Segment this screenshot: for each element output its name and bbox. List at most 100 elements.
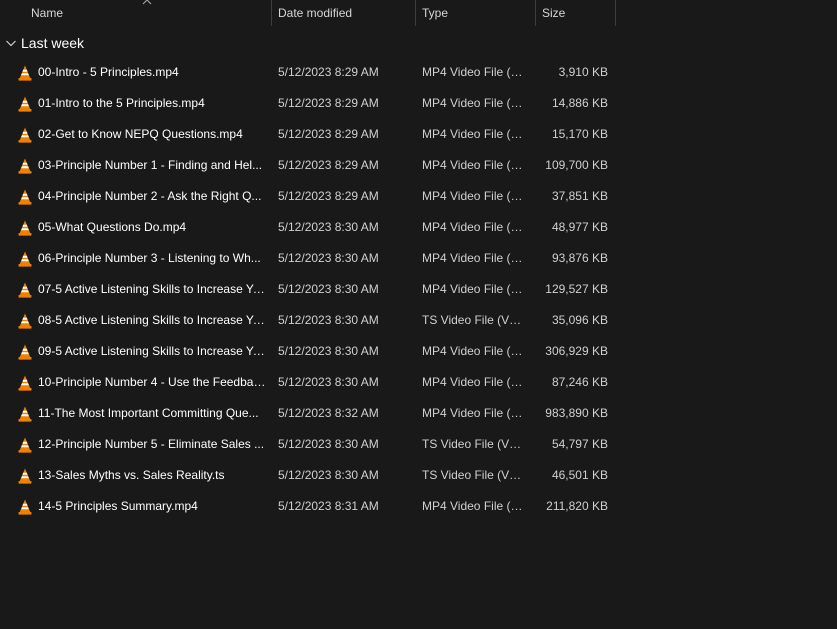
group-header-last-week[interactable]: Last week (0, 31, 616, 55)
vlc-cone-icon (18, 189, 32, 205)
column-divider[interactable] (271, 0, 272, 26)
column-divider[interactable] (615, 0, 616, 26)
file-date-modified: 5/12/2023 8:29 AM (278, 127, 379, 141)
file-name: 03-Principle Number 1 - Finding and Hel.… (38, 158, 263, 172)
chevron-down-icon[interactable] (5, 37, 17, 49)
file-row[interactable]: 01-Intro to the 5 Principles.mp4 5/12/202… (0, 88, 616, 119)
file-size: 129,527 KB (545, 282, 608, 296)
vlc-cone-icon (18, 251, 32, 267)
file-size: 93,876 KB (551, 251, 608, 265)
file-row[interactable]: 11-The Most Important Committing Que... 5… (0, 398, 616, 429)
file-type: TS Video File (VLC) (422, 468, 526, 482)
vlc-cone-icon (18, 375, 32, 391)
file-row[interactable]: 03-Principle Number 1 - Finding and Hel.… (0, 150, 616, 181)
vlc-cone-icon (18, 406, 32, 422)
file-type: MP4 Video File (VLC) (422, 375, 526, 389)
file-name: 06-Principle Number 3 - Listening to Wh.… (38, 251, 261, 265)
vlc-cone-icon (18, 127, 32, 143)
file-row[interactable]: 02-Get to Know NEPQ Questions.mp4 5/12/20… (0, 119, 616, 150)
file-size: 35,096 KB (551, 313, 608, 327)
file-type: MP4 Video File (VLC) (422, 158, 526, 172)
file-row[interactable]: 04-Principle Number 2 - Ask the Right Q.… (0, 181, 616, 212)
file-name: 00-Intro - 5 Principles.mp4 (38, 65, 179, 79)
file-row[interactable]: 08-5 Active Listening Skills to Increase… (0, 305, 616, 336)
file-type: MP4 Video File (VLC) (422, 96, 526, 110)
file-date-modified: 5/12/2023 8:29 AM (278, 158, 379, 172)
file-size: 54,797 KB (551, 437, 608, 451)
file-row[interactable]: 10-Principle Number 4 - Use the Feedbac.… (0, 367, 616, 398)
file-type: MP4 Video File (VLC) (422, 344, 526, 358)
file-list: 00-Intro - 5 Principles.mp4 5/12/2023 8:2… (0, 57, 616, 522)
vlc-cone-icon (18, 437, 32, 453)
file-date-modified: 5/12/2023 8:32 AM (278, 406, 379, 420)
vlc-cone-icon (18, 344, 32, 360)
file-size: 211,820 KB (546, 499, 608, 513)
file-size: 46,501 KB (551, 468, 608, 482)
file-name: 12-Principle Number 5 - Eliminate Sales … (38, 437, 265, 451)
file-date-modified: 5/12/2023 8:30 AM (278, 437, 379, 451)
file-row[interactable]: 14-5 Principles Summary.mp4 5/12/2023 8:3… (0, 491, 616, 522)
file-name: 13-Sales Myths vs. Sales Reality.ts (38, 468, 225, 482)
file-type: MP4 Video File (VLC) (422, 189, 526, 203)
column-header-bar: Name Date modified Type Size (0, 0, 616, 26)
column-divider[interactable] (535, 0, 536, 26)
file-name: 02-Get to Know NEPQ Questions.mp4 (38, 127, 243, 141)
column-header-type[interactable]: Type (422, 0, 532, 26)
file-size: 109,700 KB (545, 158, 608, 172)
vlc-cone-icon (18, 499, 32, 515)
file-date-modified: 5/12/2023 8:30 AM (278, 344, 379, 358)
vlc-cone-icon (18, 313, 32, 329)
file-name: 09-5 Active Listening Skills to Increase… (38, 344, 266, 358)
file-row[interactable]: 05-What Questions Do.mp4 5/12/2023 8:30 A… (0, 212, 616, 243)
file-row[interactable]: 12-Principle Number 5 - Eliminate Sales … (0, 429, 616, 460)
file-date-modified: 5/12/2023 8:30 AM (278, 313, 379, 327)
group-label: Last week (21, 35, 85, 51)
file-type: MP4 Video File (VLC) (422, 251, 526, 265)
vlc-cone-icon (18, 468, 32, 484)
column-header-name[interactable]: Name (31, 0, 269, 26)
file-type: TS Video File (VLC) (422, 437, 526, 451)
file-row[interactable]: 13-Sales Myths vs. Sales Reality.ts 5/12/… (0, 460, 616, 491)
file-date-modified: 5/12/2023 8:30 AM (278, 251, 379, 265)
file-name: 07-5 Active Listening Skills to Increase… (38, 282, 266, 296)
file-size: 48,977 KB (551, 220, 608, 234)
file-name: 05-What Questions Do.mp4 (38, 220, 187, 234)
file-date-modified: 5/12/2023 8:30 AM (278, 282, 379, 296)
file-type: MP4 Video File (VLC) (422, 127, 526, 141)
column-header-date[interactable]: Date modified (278, 0, 412, 26)
file-date-modified: 5/12/2023 8:29 AM (278, 96, 379, 110)
file-name: 14-5 Principles Summary.mp4 (38, 499, 198, 513)
file-size: 14,886 KB (551, 96, 608, 110)
file-type: MP4 Video File (VLC) (422, 499, 526, 513)
vlc-cone-icon (18, 220, 32, 236)
file-row[interactable]: 00-Intro - 5 Principles.mp4 5/12/2023 8:2… (0, 57, 616, 88)
file-type: MP4 Video File (VLC) (422, 406, 526, 420)
file-size: 87,246 KB (551, 375, 608, 389)
vlc-cone-icon (18, 96, 32, 112)
file-date-modified: 5/12/2023 8:30 AM (278, 220, 379, 234)
file-date-modified: 5/12/2023 8:30 AM (278, 468, 379, 482)
file-type: TS Video File (VLC) (422, 313, 526, 327)
file-row[interactable]: 07-5 Active Listening Skills to Increase… (0, 274, 616, 305)
file-date-modified: 5/12/2023 8:31 AM (278, 499, 379, 513)
vlc-cone-icon (18, 282, 32, 298)
file-size: 983,890 KB (545, 406, 608, 420)
file-size: 37,851 KB (551, 189, 608, 203)
vlc-cone-icon (18, 158, 32, 174)
column-divider[interactable] (415, 0, 416, 26)
column-header-size[interactable]: Size (542, 0, 612, 26)
file-row[interactable]: 06-Principle Number 3 - Listening to Wh.… (0, 243, 616, 274)
file-name: 04-Principle Number 2 - Ask the Right Q.… (38, 189, 262, 203)
file-type: MP4 Video File (VLC) (422, 282, 526, 296)
file-name: 08-5 Active Listening Skills to Increase… (38, 313, 266, 327)
file-size: 306,929 KB (545, 344, 608, 358)
file-size: 3,910 KB (558, 65, 608, 79)
file-date-modified: 5/12/2023 8:29 AM (278, 189, 379, 203)
file-name: 10-Principle Number 4 - Use the Feedbac.… (38, 375, 266, 389)
file-type: MP4 Video File (VLC) (422, 65, 526, 79)
file-name: 11-The Most Important Committing Que... (38, 406, 259, 420)
file-size: 15,170 KB (551, 127, 608, 141)
file-row[interactable]: 09-5 Active Listening Skills to Increase… (0, 336, 616, 367)
file-date-modified: 5/12/2023 8:29 AM (278, 65, 379, 79)
file-name: 01-Intro to the 5 Principles.mp4 (38, 96, 205, 110)
